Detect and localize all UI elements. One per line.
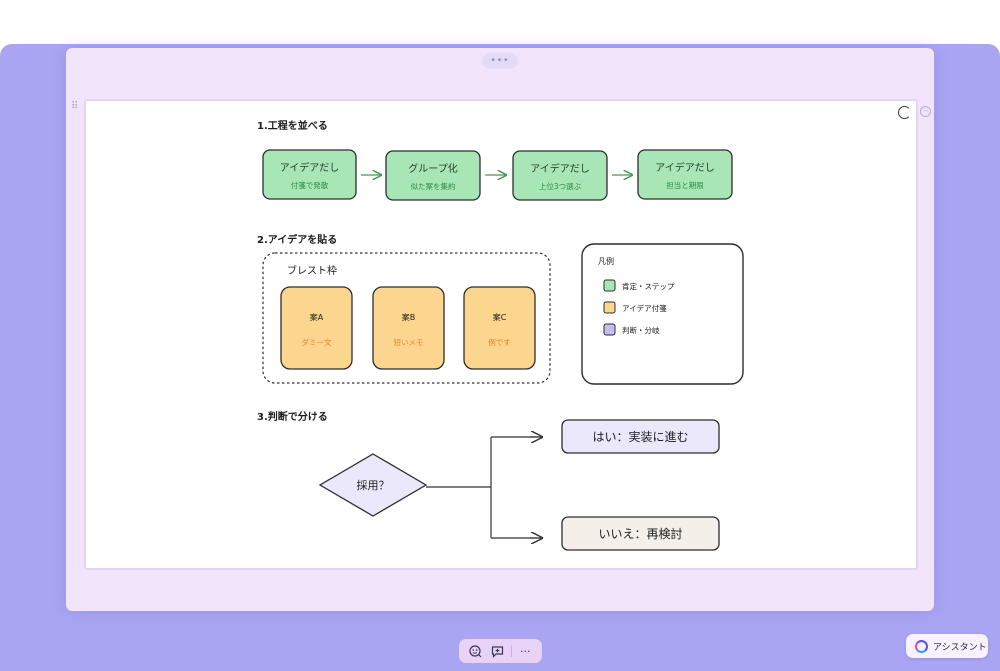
legend-item-label: 判断・分岐	[622, 325, 660, 335]
bottom-toolbar: ···	[459, 639, 542, 663]
note-title: 案C	[493, 312, 507, 322]
note-card-c[interactable]: 案C 例です	[463, 286, 536, 370]
step-title: アイデアだし	[280, 161, 340, 174]
process-step-4[interactable]: アイデアだし 担当と期限	[637, 149, 733, 200]
note-card-a[interactable]: 案A ダミー文	[280, 286, 353, 370]
process-step-1[interactable]: アイデアだし 付箋で発散	[262, 149, 357, 200]
note-sub: ダミー文	[302, 337, 332, 347]
step-title: グループ化	[408, 162, 457, 175]
legend-box[interactable]: 凡例 肯定・ステップ アイデア付箋 判断・分岐	[581, 243, 744, 385]
step-sub: 担当と期限	[666, 180, 704, 190]
note-sub: 例です	[488, 337, 511, 347]
comment-icon[interactable]	[468, 643, 484, 659]
process-step-3[interactable]: アイデアだし 上位3つ選ぶ	[512, 150, 608, 201]
more-options-button[interactable]: ···	[517, 643, 533, 659]
note-sub: 短いメモ	[394, 337, 424, 347]
decision-question: 採用？	[357, 478, 390, 492]
outcome-label: いいえ：再検討	[598, 526, 682, 541]
outcome-label: はい：実装に進む	[592, 429, 688, 444]
step-title: アイデアだし	[530, 162, 590, 175]
outcome-yes[interactable]: はい：実装に進む	[561, 419, 720, 454]
note-title: 案A	[310, 312, 324, 322]
step-sub: 似た案を集約	[411, 181, 456, 191]
assistant-label: アシスタント	[933, 642, 987, 653]
assistant-button[interactable]: アシスタント	[906, 634, 988, 658]
frame-label: ブレスト枠	[287, 264, 337, 277]
legend-swatch-step	[603, 279, 616, 292]
note-title: 案B	[402, 312, 416, 322]
step-title: アイデアだし	[655, 161, 715, 174]
add-comment-icon[interactable]	[489, 643, 505, 659]
step-sub: 上位3つ選ぶ	[539, 181, 582, 191]
legend-swatch-note	[603, 301, 616, 314]
legend-swatch-decision	[603, 323, 616, 336]
legend-item-label: アイデア付箋	[622, 303, 667, 313]
diagram-canvas: アイデアだし 付箋で発散 グループ化 似た案を集約 アイデアだし 上位3つ選ぶ …	[262, 149, 744, 551]
assistant-icon	[915, 639, 928, 653]
legend-title: 凡例	[598, 256, 614, 266]
process-step-2[interactable]: グループ化 似た案を集約	[385, 150, 481, 201]
outcome-no[interactable]: いいえ：再検討	[561, 516, 720, 551]
decision-diamond[interactable]: 採用？	[318, 453, 428, 517]
toolbar-divider	[510, 645, 512, 657]
branch-connector	[426, 436, 540, 539]
note-card-b[interactable]: 案B 短いメモ	[372, 286, 445, 370]
step-sub: 付箋で発散	[291, 180, 329, 190]
legend-item-label: 肯定・ステップ	[622, 281, 675, 291]
